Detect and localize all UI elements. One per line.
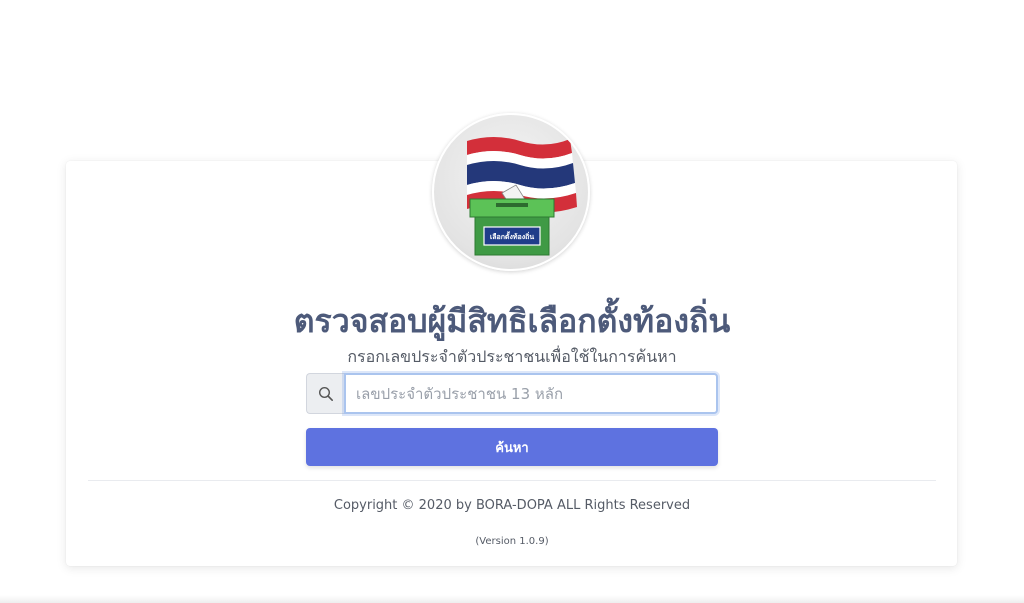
election-logo: เลือกตั้งท้องถิ่น — [432, 113, 590, 271]
copyright-text: Copyright © 2020 by BORA-DOPA ALL Rights… — [333, 498, 691, 513]
page-bottom-edge — [0, 595, 1024, 603]
search-icon — [318, 386, 333, 401]
page-title: ตรวจสอบผู้มีสิทธิเลือกตั้งท้องถิ่น — [293, 302, 731, 340]
version-text: (Version 1.0.9) — [475, 536, 549, 547]
search-button[interactable]: ค้นหา — [306, 428, 718, 466]
page-subtitle: กรอกเลขประจำตัวประชาชนเพื่อใช้ในการค้นหา — [347, 347, 677, 366]
flag-ballot-box-icon — [467, 137, 577, 256]
divider — [88, 480, 936, 481]
search-group — [306, 373, 718, 414]
ballot-box-label: เลือกตั้งท้องถิ่น — [489, 233, 535, 241]
search-addon — [306, 373, 344, 414]
citizen-id-input[interactable] — [344, 373, 718, 414]
page: เลือกตั้งท้องถิ่น ตรวจสอบผู้มีสิทธิเลือก… — [0, 0, 1024, 603]
